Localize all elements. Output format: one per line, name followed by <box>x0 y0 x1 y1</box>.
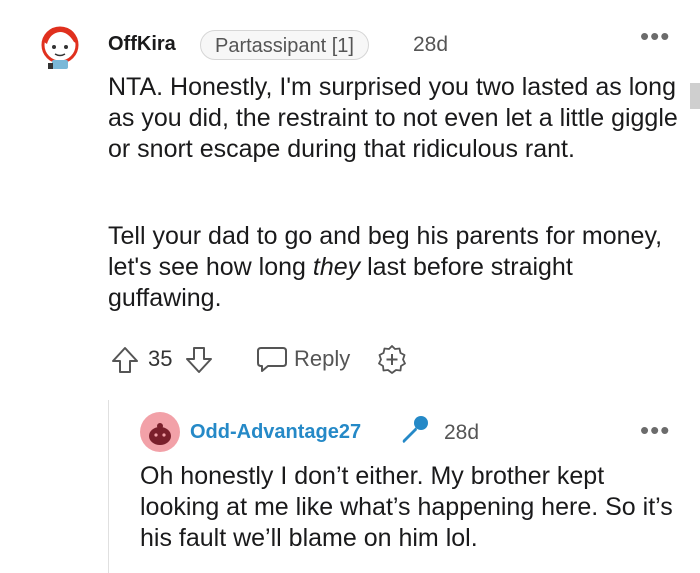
avatar-image <box>140 412 180 452</box>
comment-paragraph-1: NTA. Honestly, I'm surprised you two las… <box>108 73 678 163</box>
reply-bubble-icon <box>257 347 287 372</box>
microphone-icon <box>402 416 428 443</box>
reply-button[interactable] <box>256 344 288 379</box>
vote-count: 35 <box>148 346 173 371</box>
comment-timestamp[interactable]: 28d <box>413 33 448 57</box>
downvote-icon <box>186 347 212 373</box>
comment-paragraph-2: Tell your dad to go and beg his parents … <box>108 221 683 314</box>
thread-line[interactable] <box>108 400 109 573</box>
upvote-icon <box>112 347 138 373</box>
comment-username[interactable]: OffKira <box>108 33 176 56</box>
upvote-button[interactable] <box>110 345 140 380</box>
award-button[interactable] <box>376 344 408 381</box>
reply-text: Oh honestly I don’t either. My brother k… <box>140 462 673 552</box>
reply-username[interactable]: Odd-Advantage27 <box>190 421 361 444</box>
reply-timestamp[interactable]: 28d <box>444 421 479 445</box>
avatar-image <box>41 26 79 69</box>
reply-avatar[interactable] <box>140 412 180 452</box>
microphone-badge <box>398 414 430 451</box>
comment-emphasis: they <box>312 253 361 281</box>
more-options-icon[interactable]: ••• <box>640 417 670 443</box>
reply-label[interactable]: Reply <box>294 346 350 372</box>
award-plus-icon <box>378 345 406 374</box>
downvote-button[interactable] <box>184 345 214 380</box>
scrollbar-thumb[interactable] <box>690 83 700 109</box>
more-options-icon[interactable]: ••• <box>640 23 670 49</box>
avatar[interactable] <box>38 22 84 72</box>
user-flair: Partassipant [1] <box>200 30 369 60</box>
